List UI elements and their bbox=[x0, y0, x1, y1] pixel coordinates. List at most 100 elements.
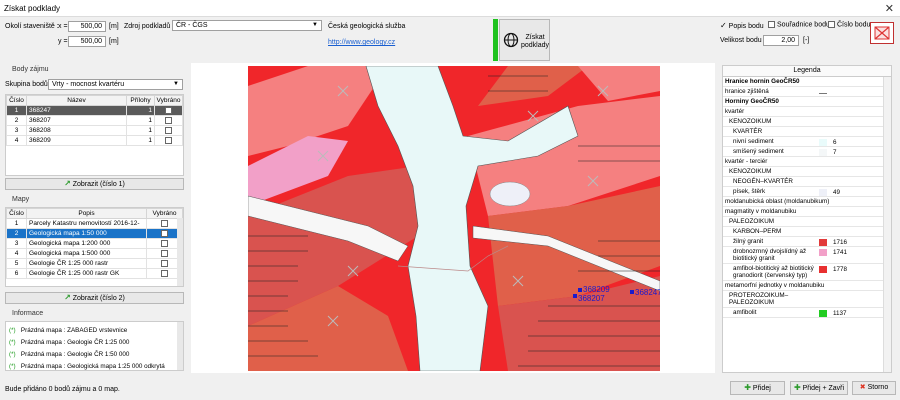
table-row[interactable]: 1 368247 1 bbox=[6, 105, 183, 116]
table-row[interactable]: 5 Geologie ČR 1:25 000 rastr bbox=[6, 258, 183, 269]
row-checkbox[interactable] bbox=[161, 239, 168, 247]
add-close-button[interactable]: ✚ Přidej + Zavři bbox=[790, 381, 848, 395]
geology-map[interactable]: 368209 368207 368247 bbox=[248, 66, 660, 371]
legend-scrollbar[interactable] bbox=[883, 77, 891, 372]
get-button-accent bbox=[493, 19, 498, 61]
row-selected[interactable] bbox=[154, 105, 183, 116]
row-selected[interactable] bbox=[154, 115, 183, 126]
info-line: (*) Prázdná mapa : Geologie ČR 1:50 000 bbox=[9, 349, 165, 361]
row-selected[interactable] bbox=[154, 135, 183, 146]
row-description: Geologie ČR 1:25 000 rastr GK bbox=[26, 268, 147, 279]
window-title: Získat podklady bbox=[4, 4, 61, 13]
get-data-button[interactable]: Získat podklady bbox=[499, 19, 550, 61]
legend-row-text: drobnozrnný dvojslídný až biotitický gra… bbox=[733, 248, 807, 262]
x-input[interactable]: 500,00 bbox=[68, 21, 106, 32]
table-row[interactable]: 3 Geologická mapa 1:200 000 bbox=[6, 238, 183, 249]
legend-row: KENOZOIKUM bbox=[723, 167, 891, 177]
cancel-button[interactable]: ✖ Storno bbox=[852, 381, 896, 395]
cancel-icon: ✖ bbox=[859, 384, 866, 391]
legend-row-text: KENOZOIKUM bbox=[729, 118, 772, 125]
row-description: Parcely Katastru nemovitostí 2016-12- bbox=[26, 218, 147, 229]
legend-row-text: KARBON–PERM bbox=[733, 228, 782, 235]
legend-value: 6 bbox=[833, 139, 837, 146]
number-point-option[interactable]: Číslo bodu bbox=[828, 21, 870, 28]
show-point-button[interactable]: ↗ Zobrazit (číslo 1) bbox=[5, 178, 184, 190]
y-input[interactable]: 500,00 bbox=[68, 36, 106, 47]
row-checkbox[interactable] bbox=[161, 219, 168, 227]
row-number: 4 bbox=[6, 248, 27, 259]
legend-row-text: KENOZOIKUM bbox=[729, 168, 772, 175]
coords-checkbox[interactable] bbox=[768, 21, 775, 28]
legend-swatch bbox=[819, 310, 827, 317]
row-selected[interactable] bbox=[154, 125, 183, 136]
legend-swatch bbox=[819, 266, 827, 273]
row-description: Geologie ČR 1:25 000 rastr bbox=[26, 258, 147, 269]
legend-value: 1137 bbox=[833, 310, 847, 317]
table-row[interactable]: 4 368209 1 bbox=[6, 135, 183, 146]
row-number: 1 bbox=[6, 105, 27, 116]
legend-row-text: Hranice hornin GeoČR50 bbox=[725, 78, 800, 85]
source-label: Zdroj podkladů : bbox=[124, 23, 175, 30]
row-checkbox[interactable] bbox=[161, 249, 168, 257]
info-marker: (*) bbox=[9, 363, 16, 370]
source-select[interactable]: ČR - ČGS ▼ bbox=[172, 20, 322, 31]
row-number: 2 bbox=[6, 228, 27, 239]
table-row[interactable]: 3 368208 1 bbox=[6, 125, 183, 136]
legend-row-text: PALEOZOIKUM bbox=[729, 218, 775, 225]
table-row[interactable]: 2 Geologická mapa 1:50 000 bbox=[6, 228, 183, 239]
table-row[interactable]: 4 Geologická mapa 1:500 000 bbox=[6, 248, 183, 259]
legend-row-text: magmatity v moldanubiku bbox=[725, 208, 797, 215]
add-icon: ✚ bbox=[744, 383, 751, 392]
source-url-link[interactable]: http://www.geology.cz bbox=[328, 39, 395, 46]
maps-scrollbar[interactable] bbox=[177, 218, 183, 286]
info-text: Prázdná mapa : Geologie ČR 1:25 000 bbox=[20, 339, 130, 346]
row-checkbox[interactable] bbox=[165, 106, 172, 114]
table-row[interactable]: 6 Geologie ČR 1:25 000 rastr GK bbox=[6, 268, 183, 279]
row-checkbox[interactable] bbox=[161, 269, 168, 277]
table-row[interactable]: 2 368207 1 bbox=[6, 115, 183, 126]
info-scrollbar[interactable] bbox=[177, 322, 183, 370]
legend-value: 1741 bbox=[833, 249, 848, 256]
row-name: 368209 bbox=[26, 135, 127, 146]
row-checkbox[interactable] bbox=[161, 229, 168, 237]
legend-row: Horniny GeoČR50 bbox=[723, 97, 891, 107]
legend-row: Hranice hornin GeoČR50 bbox=[723, 77, 891, 87]
clear-map-icon bbox=[874, 26, 890, 40]
col-number: Číslo bbox=[6, 208, 27, 219]
x-label: x = bbox=[58, 23, 68, 30]
legend-value: 7 bbox=[833, 149, 837, 156]
row-description: Geologická mapa 1:500 000 bbox=[26, 248, 147, 259]
borehole-marker[interactable] bbox=[630, 290, 634, 294]
info-line: (*) Prázdná mapa : Geologická mapa 1:25 … bbox=[9, 361, 165, 370]
legend-row: metamorfní jednotky v moldanubiku bbox=[723, 281, 891, 291]
show-map-button[interactable]: ↗ Zobrazit (číslo 2) bbox=[5, 292, 184, 304]
info-line: (*) Prázdná mapa : ZABAGED vrstevnice bbox=[9, 325, 165, 337]
col-number: Číslo bbox=[6, 95, 27, 106]
legend-swatch bbox=[819, 149, 827, 156]
table-row[interactable]: 1 Parcely Katastru nemovitostí 2016-12- bbox=[6, 218, 183, 229]
source-select-value: ČR - ČGS bbox=[176, 22, 208, 29]
row-attachments: 1 bbox=[126, 135, 155, 146]
row-checkbox[interactable] bbox=[161, 259, 168, 267]
clear-map-button[interactable] bbox=[870, 22, 894, 44]
col-name: Název bbox=[26, 95, 127, 106]
row-number: 2 bbox=[6, 115, 27, 126]
row-number: 4 bbox=[6, 135, 27, 146]
legend-row: magmatity v moldanubiku bbox=[723, 207, 891, 217]
borehole-marker[interactable] bbox=[573, 294, 577, 298]
row-checkbox[interactable] bbox=[165, 126, 172, 134]
info-text: Prázdná mapa : ZABAGED vrstevnice bbox=[20, 327, 128, 334]
map-label-368209: 368209 bbox=[583, 285, 610, 294]
add-button[interactable]: ✚ Přidej bbox=[730, 381, 785, 395]
close-icon[interactable]: ✕ bbox=[885, 2, 894, 15]
row-checkbox[interactable] bbox=[165, 136, 172, 144]
points-group-select[interactable]: Vrty - mocnost kvartéru ▼ bbox=[48, 79, 183, 90]
borehole-marker[interactable] bbox=[578, 288, 582, 292]
coords-point-option[interactable]: Souřadnice bodu bbox=[768, 21, 830, 28]
labels-point-option[interactable]: ✓ Popis bodu bbox=[720, 21, 764, 30]
size-input[interactable]: 2,00 bbox=[763, 35, 799, 46]
legend-row-text: písek, štěrk bbox=[733, 188, 766, 195]
row-checkbox[interactable] bbox=[165, 116, 172, 124]
add-close-icon: ✚ bbox=[793, 383, 801, 392]
number-checkbox[interactable] bbox=[828, 21, 835, 28]
